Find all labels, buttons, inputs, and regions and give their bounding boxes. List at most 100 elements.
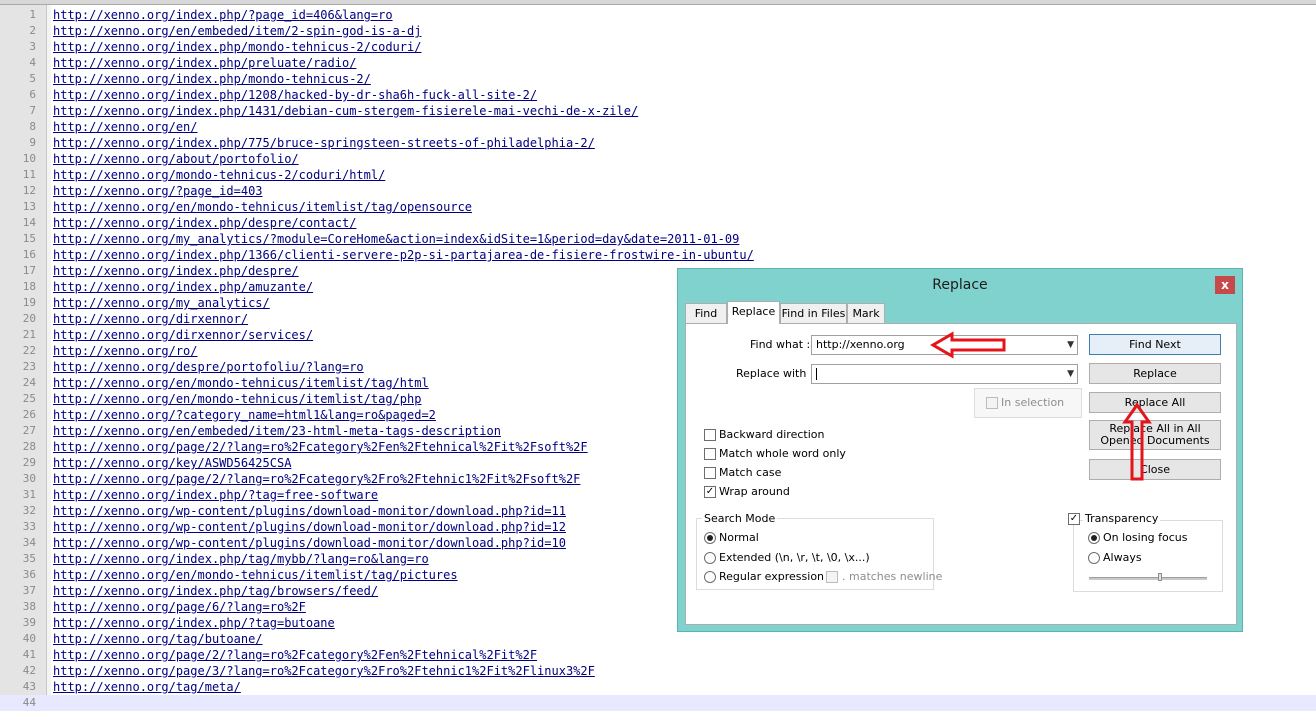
editor-line[interactable]: 14 http://xenno.org/index.php/despre/cont… [0,215,1316,231]
line-text[interactable]: http://xenno.org/dirxennor/services/ [53,327,313,343]
tab-replace[interactable]: Replace [727,301,780,324]
editor-line[interactable]: 12 http://xenno.org/?page_id=403 [0,183,1316,199]
replace-button[interactable]: Replace [1089,363,1221,384]
line-text[interactable]: http://xenno.org/dirxennor/ [53,311,248,327]
line-text[interactable]: http://xenno.org/page/3/?lang=ro%2Fcateg… [53,663,595,679]
line-text[interactable]: http://xenno.org/index.php/mondo-tehnicu… [53,39,421,55]
tab-mark[interactable]: Mark [847,303,885,323]
tab-find[interactable]: Find [685,303,727,323]
match-whole-word-checkbox[interactable] [704,448,716,460]
line-text[interactable]: http://xenno.org/key/ASWD56425CSA [53,455,291,471]
line-text[interactable]: http://xenno.org/my_analytics/?module=Co… [53,231,739,247]
line-text[interactable]: http://xenno.org/wp-content/plugins/down… [53,519,566,535]
editor-line[interactable]: 41 http://xenno.org/page/2/?lang=ro%2Fcat… [0,647,1316,663]
line-text[interactable]: http://xenno.org/en/mondo-tehnicus/iteml… [53,567,458,583]
find-next-button[interactable]: Find Next [1089,334,1221,355]
line-number: 39 [22,616,36,629]
line-text[interactable]: http://xenno.org/index.php/preluate/radi… [53,55,356,71]
line-text[interactable]: http://xenno.org/en/embeded/item/23-html… [53,423,501,439]
line-text[interactable]: http://xenno.org/index.php/1366/clienti-… [53,247,754,263]
line-text[interactable]: http://xenno.org/en/mondo-tehnicus/iteml… [53,375,429,391]
find-what-input[interactable]: http://xenno.org ▼ [811,335,1078,355]
line-text[interactable]: http://xenno.org/mondo-tehnicus-2/coduri… [53,167,385,183]
line-text[interactable]: http://xenno.org/en/embeded/item/2-spin-… [53,23,421,39]
line-text[interactable]: http://xenno.org/index.php/?tag=free-sof… [53,487,378,503]
line-text[interactable]: http://xenno.org/?category_name=html1&la… [53,407,436,423]
line-number: 21 [22,328,36,341]
editor-line[interactable]: 3 http://xenno.org/index.php/mondo-tehnic… [0,39,1316,55]
line-text[interactable]: http://xenno.org/index.php/tag/browsers/… [53,583,378,599]
line-text[interactable]: http://xenno.org/tag/butoane/ [53,631,263,647]
backward-direction-checkbox[interactable] [704,429,716,441]
line-number: 13 [22,200,36,213]
line-text[interactable]: http://xenno.org/index.php/mondo-tehnicu… [53,71,371,87]
line-number: 2 [29,24,36,37]
replace-with-input[interactable]: ▼ [811,364,1078,384]
line-text[interactable]: http://xenno.org/page/6/?lang=ro%2F [53,599,306,615]
transparency-checkbox[interactable]: ✓ [1068,513,1080,525]
line-text[interactable]: http://xenno.org/index.php/tag/mybb/?lan… [53,551,429,567]
editor-line[interactable]: 40 http://xenno.org/tag/butoane/ [0,631,1316,647]
line-text[interactable]: http://xenno.org/wp-content/plugins/down… [53,535,566,551]
close-button[interactable]: Close [1089,459,1221,480]
replace-all-opened-button[interactable]: Replace All in All Opened Documents [1089,420,1221,450]
line-text[interactable]: http://xenno.org/index.php/1431/debian-c… [53,103,638,119]
transparency-slider-track[interactable] [1089,577,1207,580]
close-icon[interactable]: x [1215,276,1235,294]
line-text[interactable]: http://xenno.org/my_analytics/ [53,295,270,311]
editor-line[interactable]: 2 http://xenno.org/en/embeded/item/2-spin… [0,23,1316,39]
matches-newline-checkbox[interactable] [826,571,838,583]
search-mode-normal-label: Normal [719,531,759,544]
line-text[interactable]: http://xenno.org/wp-content/plugins/down… [53,503,566,519]
line-text[interactable]: http://xenno.org/tag/meta/ [53,679,241,695]
search-mode-regex-radio[interactable] [704,571,716,583]
line-text[interactable]: http://xenno.org/index.php/1208/hacked-b… [53,87,537,103]
editor-line[interactable]: 44 [0,695,1316,711]
editor-line[interactable]: 6 http://xenno.org/index.php/1208/hacked-… [0,87,1316,103]
line-text[interactable]: http://xenno.org/en/mondo-tehnicus/iteml… [53,391,421,407]
editor-line[interactable]: 15 http://xenno.org/my_analytics/?module=… [0,231,1316,247]
on-losing-focus-label: On losing focus [1103,531,1188,544]
line-text[interactable]: http://xenno.org/page/2/?lang=ro%2Fcateg… [53,647,537,663]
chevron-down-icon[interactable]: ▼ [1067,336,1074,354]
wrap-around-checkbox[interactable]: ✓ [704,486,716,498]
editor-line[interactable]: 5 http://xenno.org/index.php/mondo-tehnic… [0,71,1316,87]
editor-line[interactable]: 13 http://xenno.org/en/mondo-tehnicus/ite… [0,199,1316,215]
on-losing-focus-radio[interactable] [1088,532,1100,544]
editor-line[interactable]: 1 http://xenno.org/index.php/?page_id=406… [0,7,1316,23]
match-case-checkbox[interactable] [704,467,716,479]
line-text[interactable]: http://xenno.org/en/mondo-tehnicus/iteml… [53,199,472,215]
line-text[interactable]: http://xenno.org/index.php/?tag=butoane [53,615,335,631]
line-text[interactable]: http://xenno.org/index.php/despre/ [53,263,299,279]
line-text[interactable]: http://xenno.org/index.php/?page_id=406&… [53,7,393,23]
line-text[interactable]: http://xenno.org/?page_id=403 [53,183,263,199]
replace-all-button[interactable]: Replace All [1089,392,1221,413]
in-selection-checkbox[interactable] [986,397,998,409]
line-text[interactable]: http://xenno.org/ro/ [53,343,198,359]
editor-line[interactable]: 9 http://xenno.org/index.php/775/bruce-sp… [0,135,1316,151]
line-text[interactable]: http://xenno.org/page/2/?lang=ro%2Fcateg… [53,471,580,487]
editor-line[interactable]: 10 http://xenno.org/about/portofolio/ [0,151,1316,167]
editor-line[interactable]: 16 http://xenno.org/index.php/1366/client… [0,247,1316,263]
editor-line[interactable]: 11 http://xenno.org/mondo-tehnicus-2/codu… [0,167,1316,183]
line-text[interactable]: http://xenno.org/index.php/despre/contac… [53,215,356,231]
chevron-down-icon[interactable]: ▼ [1067,365,1074,383]
line-text[interactable]: http://xenno.org/index.php/amuzante/ [53,279,313,295]
search-mode-extended-radio[interactable] [704,552,716,564]
transparency-slider-thumb[interactable] [1158,573,1162,581]
always-radio[interactable] [1088,552,1100,564]
editor-line[interactable]: 42 http://xenno.org/page/3/?lang=ro%2Fcat… [0,663,1316,679]
line-text[interactable]: http://xenno.org/index.php/775/bruce-spr… [53,135,595,151]
line-text[interactable]: http://xenno.org/despre/portofoliu/?lang… [53,359,364,375]
line-text[interactable]: http://xenno.org/en/ [53,119,198,135]
search-mode-normal-radio[interactable] [704,532,716,544]
line-number: 33 [22,520,36,533]
tab-find-in-files[interactable]: Find in Files [780,303,847,323]
editor-line[interactable]: 7 http://xenno.org/index.php/1431/debian-… [0,103,1316,119]
editor-line[interactable]: 43 http://xenno.org/tag/meta/ [0,679,1316,695]
line-text[interactable]: http://xenno.org/about/portofolio/ [53,151,299,167]
editor-line[interactable]: 4 http://xenno.org/index.php/preluate/rad… [0,55,1316,71]
in-selection-label: In selection [1001,396,1065,409]
line-text[interactable]: http://xenno.org/page/2/?lang=ro%2Fcateg… [53,439,588,455]
editor-line[interactable]: 8 http://xenno.org/en/ [0,119,1316,135]
